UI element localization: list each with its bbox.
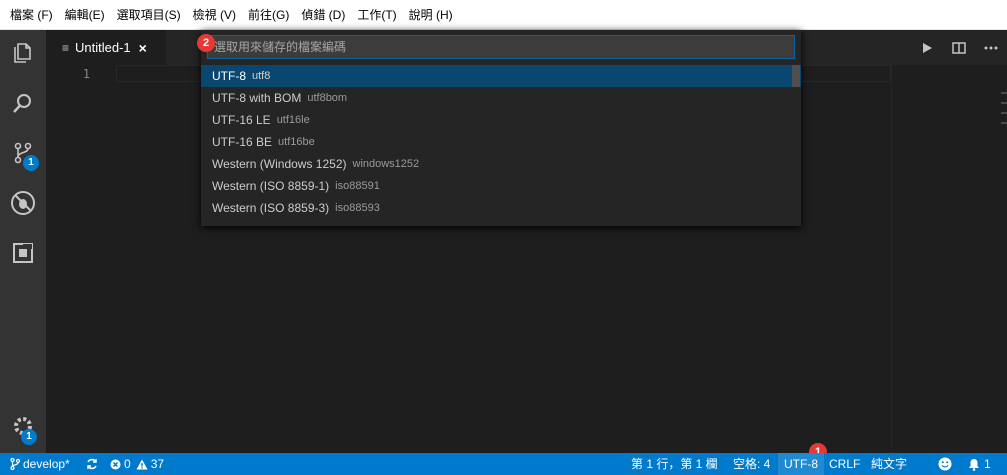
encoding-search-input[interactable]: 選取用來儲存的檔案編碼	[207, 35, 795, 59]
indentation-status[interactable]: 空格: 4	[733, 453, 770, 475]
encoding-option[interactable]: Western (ISO 8859-3) iso88593	[201, 197, 801, 219]
git-branch-status[interactable]: develop*	[10, 453, 70, 475]
quick-pick-scrollbar[interactable]	[792, 65, 800, 87]
feedback-smiley-icon[interactable]	[938, 453, 952, 475]
menu-view[interactable]: 檢視 (V)	[187, 0, 242, 30]
encoding-desc: utf8	[252, 70, 271, 82]
encoding-option[interactable]: UTF-16 LE utf16le	[201, 109, 801, 131]
eol-status[interactable]: CRLF	[829, 453, 860, 475]
extensions-icon[interactable]	[0, 230, 46, 276]
activity-bar: 1 1	[0, 30, 46, 453]
overview-ruler	[1001, 92, 1007, 132]
encoding-option[interactable]: UTF-8 utf8	[201, 65, 801, 87]
line-number: 1	[82, 67, 90, 81]
encoding-desc: windows1252	[352, 158, 420, 170]
menu-tasks[interactable]: 工作(T)	[351, 0, 402, 30]
search-icon[interactable]	[0, 80, 46, 126]
sync-icon[interactable]	[86, 453, 98, 475]
encoding-label: Western (ISO 8859-1)	[212, 179, 330, 193]
encoding-desc: utf16le	[276, 114, 310, 126]
menu-help[interactable]: 說明 (H)	[403, 0, 459, 30]
error-count: 0	[124, 457, 131, 471]
source-control-icon[interactable]: 1	[0, 130, 46, 176]
menu-debug[interactable]: 偵錯 (D)	[295, 0, 351, 30]
warning-count: 37	[150, 457, 165, 471]
encoding-label: Western (ISO 8859-3)	[212, 201, 330, 215]
language-mode[interactable]: 純文字	[871, 453, 907, 475]
settings-badge: 1	[21, 429, 37, 445]
encoding-label: Western (Windows 1252)	[212, 157, 347, 171]
run-icon[interactable]	[911, 30, 943, 65]
menu-selection[interactable]: 選取項目(S)	[111, 0, 187, 30]
menu-go[interactable]: 前往(G)	[242, 0, 295, 30]
problems-status[interactable]: 0 37	[110, 453, 164, 475]
branch-name: develop*	[23, 457, 70, 471]
callout-marker-2: 2	[197, 34, 215, 52]
encoding-option[interactable]: Western (Windows 1252) windows1252	[201, 153, 801, 175]
encoding-option[interactable]: UTF-16 BE utf16be	[201, 131, 801, 153]
encoding-option[interactable]: UTF-8 with BOM utf8bom	[201, 87, 801, 109]
settings-gear-icon[interactable]: 1	[0, 403, 46, 449]
status-bar: develop* 0 37 第 1 行，第 1 欄 空格: 4 UTF-8 CR…	[0, 453, 1007, 475]
warning-icon	[136, 459, 148, 469]
editor-actions	[911, 30, 1007, 65]
encoding-status[interactable]: UTF-8	[778, 453, 824, 475]
encoding-desc: utf8bom	[307, 92, 348, 104]
encoding-list: UTF-8 utf8 UTF-8 with BOM utf8bom UTF-16…	[201, 65, 801, 219]
encoding-desc: iso88591	[335, 180, 380, 192]
explorer-icon[interactable]	[0, 30, 46, 76]
more-actions-icon[interactable]	[975, 30, 1007, 65]
encoding-label: UTF-8	[212, 69, 246, 83]
notification-count: 1	[984, 457, 991, 471]
encoding-option[interactable]: Western (ISO 8859-1) iso88591	[201, 175, 801, 197]
debug-icon[interactable]	[0, 180, 46, 226]
encoding-label: UTF-16 BE	[212, 135, 273, 149]
minimap[interactable]	[891, 65, 1007, 453]
encoding-quick-pick: 選取用來儲存的檔案編碼 UTF-8 utf8 UTF-8 with BOM ut…	[201, 30, 801, 226]
encoding-label: UTF-8 with BOM	[212, 91, 302, 105]
branch-icon	[10, 458, 20, 470]
tab-untitled-1[interactable]: ≡ Untitled-1 ×	[46, 30, 166, 65]
menu-bar: 檔案 (F) 編輯(E) 選取項目(S) 檢視 (V) 前往(G) 偵錯 (D)…	[0, 0, 1007, 30]
split-editor-icon[interactable]	[943, 30, 975, 65]
cursor-position[interactable]: 第 1 行，第 1 欄	[631, 453, 718, 475]
scm-badge: 1	[23, 155, 39, 171]
tab-title: Untitled-1	[75, 40, 131, 55]
encoding-desc: iso88593	[335, 202, 380, 214]
encoding-label: UTF-16 LE	[212, 113, 271, 127]
error-icon	[110, 459, 121, 469]
menu-edit[interactable]: 編輯(E)	[59, 0, 111, 30]
tab-close-icon[interactable]: ×	[139, 40, 147, 56]
encoding-desc: utf16be	[278, 136, 315, 148]
menu-file[interactable]: 檔案 (F)	[4, 0, 59, 30]
notifications-status[interactable]: 1	[968, 453, 991, 475]
bell-icon	[969, 458, 979, 471]
file-lines-icon: ≡	[62, 40, 70, 55]
